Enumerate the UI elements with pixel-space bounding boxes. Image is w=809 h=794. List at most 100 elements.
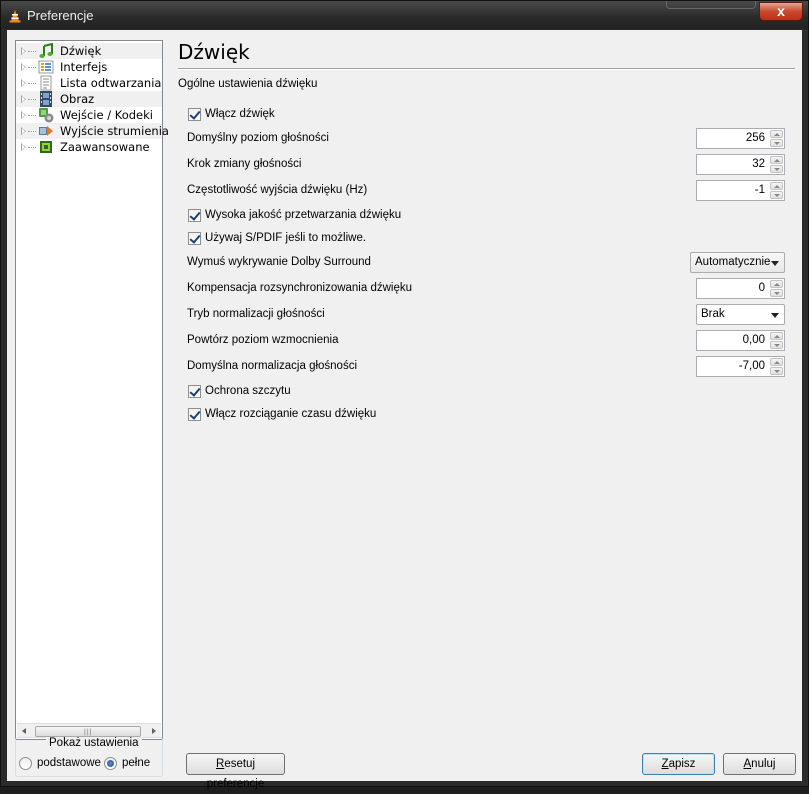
default-normalization-label: Domyślna normalizacja głośności (187, 360, 358, 372)
desync-spinbox[interactable]: 0 (696, 278, 785, 299)
spin-buttons (770, 332, 783, 349)
title-bar[interactable]: Preferencje x (1, 1, 808, 29)
window-title: Preferencje (27, 8, 94, 23)
tree-item-label: Wyjście strumienia (60, 124, 169, 138)
close-button[interactable]: x (759, 2, 803, 21)
time-stretch-checkbox[interactable] (188, 408, 201, 421)
spin-up-button[interactable] (770, 130, 783, 138)
arrow-down-icon (774, 292, 780, 295)
tree-connector (28, 67, 36, 68)
spin-buttons (770, 182, 783, 199)
arrow-up-icon (774, 335, 780, 338)
client-area: Dźwięk Interfejs Lista odtwarzania Obraz… (7, 30, 802, 790)
replay-gain-value[interactable]: 0,00 (743, 334, 765, 346)
desync-label: Kompensacja rozsynchronizowania dźwięku (187, 282, 413, 294)
spin-up-button[interactable] (770, 156, 783, 164)
expand-arrow-icon[interactable] (21, 143, 26, 151)
arrow-down-icon (774, 194, 780, 197)
playlist-icon (40, 75, 52, 91)
default-volume-label: Domyślny poziom głośności (187, 132, 329, 144)
radio-full[interactable] (104, 757, 117, 770)
volume-step-spinbox[interactable]: 32 (696, 154, 785, 175)
frequency-spinbox[interactable]: -1 (696, 180, 785, 201)
vlc-cone-icon (9, 10, 21, 23)
arrow-up-icon (774, 283, 780, 286)
enable-audio-checkbox[interactable] (188, 108, 201, 121)
radio-basic[interactable] (19, 757, 32, 770)
spin-buttons (770, 280, 783, 297)
tree-item-wejscie-kodeki[interactable]: Wejście / Kodeki (16, 107, 162, 123)
arrow-right-icon (152, 728, 156, 734)
high-quality-checkbox[interactable] (188, 209, 201, 222)
tree-item-obraz[interactable]: Obraz (16, 91, 162, 107)
default-normalization-value[interactable]: -7,00 (739, 360, 765, 372)
expand-arrow-icon[interactable] (21, 127, 26, 135)
button-label: apisz (668, 758, 696, 770)
volume-step-value[interactable]: 32 (752, 158, 765, 170)
replay-gain-spinbox[interactable]: 0,00 (696, 330, 785, 351)
spin-down-button[interactable] (770, 139, 783, 147)
normalization-mode-select[interactable]: Brak (696, 304, 785, 325)
desync-value[interactable]: 0 (759, 282, 765, 294)
high-quality-label[interactable]: Wysoka jakość przetwarzania dźwięku (205, 209, 401, 221)
default-normalization-spinbox[interactable]: -7,00 (696, 356, 785, 377)
spin-up-button[interactable] (770, 332, 783, 340)
tree-item-label: Lista odtwarzania (60, 76, 162, 90)
tree-item-wyjscie-strumienia[interactable]: Wyjście strumienia (16, 123, 169, 139)
expand-arrow-icon[interactable] (21, 47, 26, 55)
title-divider (178, 68, 795, 70)
expand-arrow-icon[interactable] (21, 111, 26, 119)
reset-preferences-button[interactable]: Resetuj preferencje (186, 753, 285, 790)
title-controls-frame (666, 1, 756, 9)
page-title: Dźwięk (178, 40, 250, 64)
radio-full-label[interactable]: pełne (122, 757, 150, 769)
tree-item-lista-odtwarzania[interactable]: Lista odtwarzania (16, 75, 162, 91)
radio-basic-label[interactable]: podstawowe (37, 757, 101, 769)
arrow-down-icon (774, 344, 780, 347)
tree-horizontal-scrollbar[interactable]: ||| (17, 723, 161, 738)
preferences-window: Preferencje x Dźwięk Interfejs Lista odt… (0, 0, 809, 790)
spin-down-button[interactable] (770, 367, 783, 375)
expand-arrow-icon[interactable] (21, 95, 26, 103)
dolby-label: Wymuś wykrywanie Dolby Surround (187, 256, 371, 268)
replay-gain-label: Powtórz poziom wzmocnienia (187, 334, 339, 346)
enable-audio-label[interactable]: Włącz dźwięk (205, 108, 275, 120)
chip-icon (40, 141, 52, 153)
arrow-left-icon (22, 728, 26, 734)
spin-up-button[interactable] (770, 182, 783, 190)
cancel-button[interactable]: Anuluj (723, 753, 796, 775)
time-stretch-label[interactable]: Włącz rozciąganie czasu dźwięku (205, 408, 376, 420)
peak-protection-label[interactable]: Ochrona szczytu (205, 385, 291, 397)
expand-arrow-icon[interactable] (21, 63, 26, 71)
spin-up-button[interactable] (770, 280, 783, 288)
volume-step-label: Krok zmiany głośności (187, 158, 302, 170)
spin-up-button[interactable] (770, 358, 783, 366)
tree-item-label: Wejście / Kodeki (60, 108, 153, 122)
spin-down-button[interactable] (770, 191, 783, 199)
mnemonic: Z (661, 758, 669, 770)
peak-protection-checkbox[interactable] (188, 385, 201, 398)
scroll-thumb[interactable]: ||| (35, 726, 141, 737)
default-volume-value[interactable]: 256 (746, 132, 765, 144)
spin-down-button[interactable] (770, 289, 783, 297)
arrow-down-icon (774, 168, 780, 171)
category-tree[interactable]: Dźwięk Interfejs Lista odtwarzania Obraz… (15, 40, 169, 740)
section-heading: Ogólne ustawienia dźwięku (178, 78, 318, 90)
spdif-checkbox[interactable] (188, 232, 201, 245)
default-volume-spinbox[interactable]: 256 (696, 128, 785, 149)
dolby-select[interactable]: Automatycznie (690, 252, 785, 273)
expand-arrow-icon[interactable] (21, 79, 26, 87)
save-button[interactable]: Zapisz (642, 753, 715, 775)
tree-item-interfejs[interactable]: Interfejs (16, 59, 162, 75)
tree-item-zaawansowane[interactable]: Zaawansowane (16, 139, 162, 155)
frequency-value[interactable]: -1 (755, 184, 765, 196)
spin-down-button[interactable] (770, 341, 783, 349)
tree-item-dzwiek[interactable]: Dźwięk (16, 43, 162, 59)
dolby-selected-value: Automatycznie (695, 256, 771, 268)
normalization-mode-label: Tryb normalizacji głośności (187, 308, 325, 320)
music-note-icon (39, 43, 53, 58)
spdif-label[interactable]: Używaj S/PDIF jeśli to możliwe. (205, 232, 366, 244)
spin-down-button[interactable] (770, 165, 783, 173)
tree-connector (28, 131, 36, 132)
chevron-down-icon (771, 261, 779, 266)
